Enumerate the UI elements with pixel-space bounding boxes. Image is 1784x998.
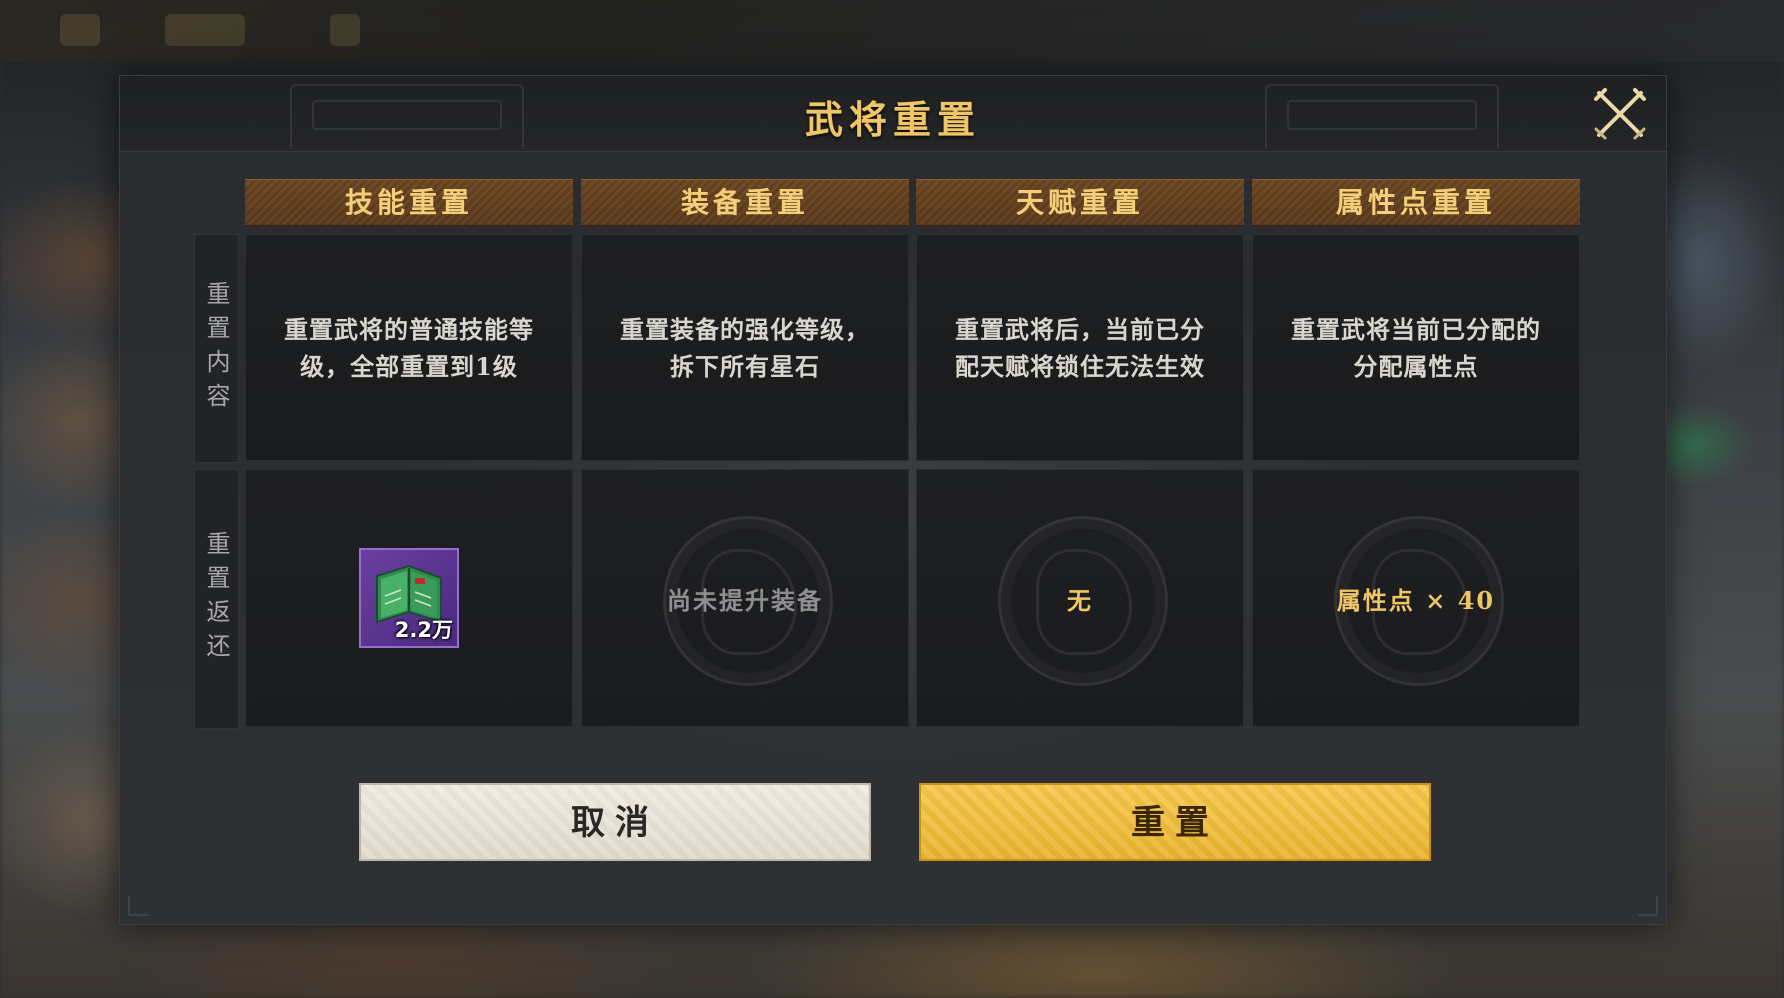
desc-talent: 重置武将后，当前已分配天赋将锁住无法生效 xyxy=(955,314,1205,381)
desc-cell-attribute: 重置武将当前已分配的分配属性点 xyxy=(1252,234,1580,461)
row-label-refund: 重置返还 xyxy=(194,469,239,729)
skill-book-item[interactable]: 2.2万 xyxy=(359,548,459,648)
row-label-refund-text: 重置返还 xyxy=(202,531,230,667)
reset-button[interactable]: 重置 xyxy=(919,783,1431,861)
close-crossed-swords-icon xyxy=(1594,88,1646,140)
dialog-title: 武将重置 xyxy=(804,97,981,142)
col-header-talent: 天赋重置 xyxy=(916,179,1244,226)
desc-cell-skill: 重置武将的普通技能等级，全部重置到1级 xyxy=(245,234,573,461)
refund-cell-talent: 无 xyxy=(916,469,1244,727)
blurred-top-bar xyxy=(0,0,1784,62)
desc-cell-talent: 重置武将后，当前已分配天赋将锁住无法生效 xyxy=(916,234,1244,461)
corner-ornament xyxy=(128,896,148,916)
row-label-content-text: 重置内容 xyxy=(202,280,230,417)
refund-attribute-text: 属性点 × 40 xyxy=(1336,585,1496,615)
desc-equipment: 重置装备的强化等级，拆下所有星石 xyxy=(620,314,870,381)
refund-talent-text: 无 xyxy=(1067,585,1093,615)
desc-skill: 重置武将的普通技能等级，全部重置到1级 xyxy=(284,314,534,381)
desc-cell-equipment: 重置装备的强化等级，拆下所有星石 xyxy=(581,234,909,461)
corner-ornament xyxy=(1638,896,1658,916)
refund-cell-equipment: 尚未提升装备 xyxy=(581,469,909,727)
cancel-button[interactable]: 取消 xyxy=(359,783,871,861)
reset-dialog: 武将重置 技能重置 装备重置 天赋重置 属性点重置 重置内容 重置返还 重置武将… xyxy=(119,75,1667,925)
dialog-header: 武将重置 xyxy=(120,76,1666,152)
refund-equipment-text: 尚未提升装备 xyxy=(667,585,823,615)
close-button[interactable] xyxy=(1593,87,1647,141)
col-header-equipment: 装备重置 xyxy=(581,179,909,226)
refund-cell-skill: 2.2万 xyxy=(245,469,573,727)
desc-attribute: 重置武将当前已分配的分配属性点 xyxy=(1291,314,1541,381)
col-header-attribute: 属性点重置 xyxy=(1252,179,1580,226)
row-label-content: 重置内容 xyxy=(194,234,239,463)
refund-cell-attribute: 属性点 × 40 xyxy=(1252,469,1580,727)
skill-book-count: 2.2万 xyxy=(394,618,453,642)
col-header-skill: 技能重置 xyxy=(245,179,573,226)
